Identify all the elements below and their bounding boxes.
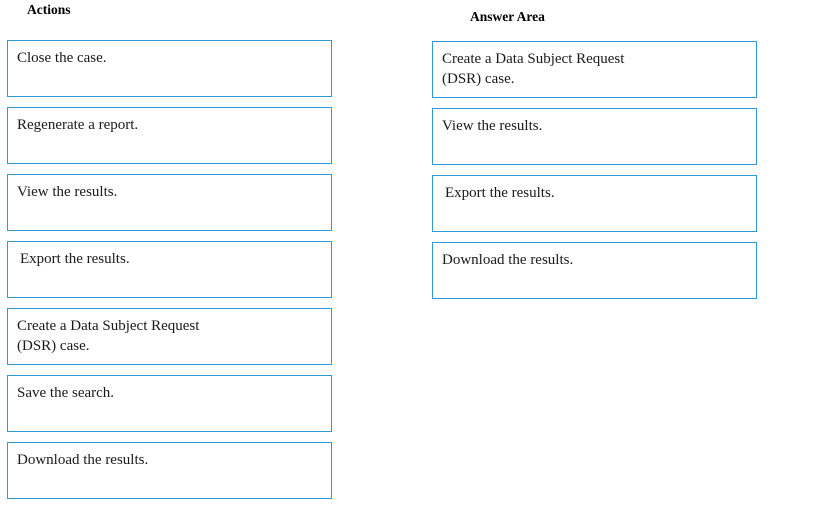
action-tile[interactable]: Create a Data Subject Request (DSR) case… [7, 308, 332, 365]
answer-tile[interactable]: View the results. [432, 108, 757, 165]
action-tile-label: Create a Data Subject Request (DSR) case… [17, 318, 200, 354]
answer-tile[interactable]: Download the results. [432, 242, 757, 299]
answer-tile-label: Download the results. [442, 252, 574, 268]
answer-tile[interactable]: Create a Data Subject Request (DSR) case… [432, 41, 757, 98]
action-tile-label: Save the search. [17, 385, 115, 401]
action-tile[interactable]: Save the search. [7, 375, 332, 432]
action-tile[interactable]: Download the results. [7, 442, 332, 499]
action-tile-label: Download the results. [17, 452, 149, 468]
action-tile[interactable]: Close the case. [7, 40, 332, 97]
action-tile-label: View the results. [17, 184, 118, 200]
action-tile[interactable]: Export the results. [7, 241, 332, 298]
actions-column-header: Actions [27, 2, 71, 17]
answer-area-header: Answer Area [470, 9, 545, 24]
action-tile[interactable]: Regenerate a report. [7, 107, 332, 164]
action-tile-label: Close the case. [17, 50, 107, 66]
action-tile-label: Export the results. [20, 251, 130, 267]
answer-tile-label: Create a Data Subject Request (DSR) case… [442, 51, 625, 87]
answer-tile-label: Export the results. [445, 185, 555, 201]
answer-tile[interactable]: Export the results. [432, 175, 757, 232]
action-tile-label: Regenerate a report. [17, 117, 139, 133]
answer-area-tile-list: Create a Data Subject Request (DSR) case… [432, 41, 757, 299]
answer-tile-label: View the results. [442, 118, 543, 134]
action-tile[interactable]: View the results. [7, 174, 332, 231]
actions-tile-list: Close the case. Regenerate a report. Vie… [7, 40, 332, 499]
